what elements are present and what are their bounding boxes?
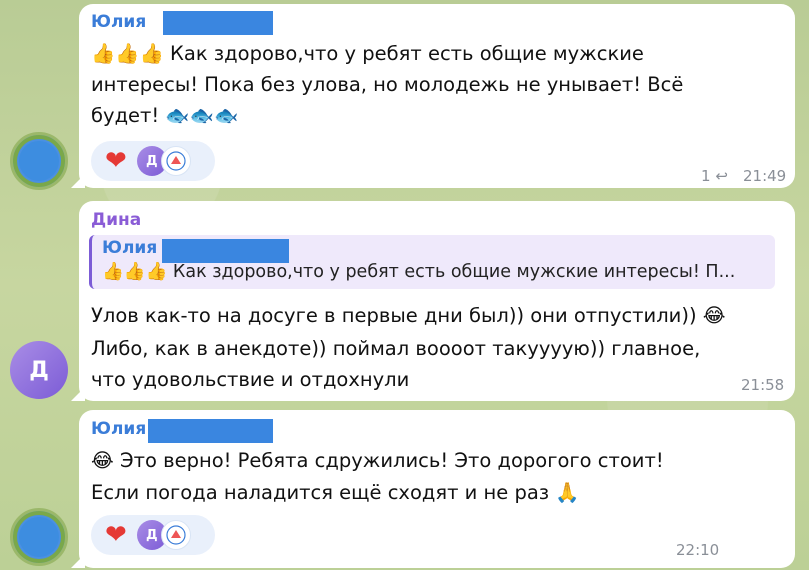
avatar-julia[interactable]: [10, 508, 68, 566]
message-time: 21:49: [743, 167, 787, 185]
message-text-line: 😂 Это верно! Ребята сдружились! Это доро…: [91, 449, 664, 472]
message-text-line: Если погода наладится ещё сходят и не ра…: [91, 481, 580, 504]
reactor-logo-icon[interactable]: [160, 520, 191, 550]
message-text-line: что удовольствие и отдохнули: [91, 368, 410, 391]
sender-name[interactable]: Юлия: [91, 12, 146, 32]
bubble-tail: [71, 174, 85, 188]
message-text-line: интересы! Пока без улова, но молодежь не…: [91, 73, 684, 96]
heart-reaction-icon[interactable]: ❤: [105, 148, 127, 174]
avatar-dina[interactable]: Д: [10, 341, 68, 399]
quoted-text: 👍👍👍 Как здорово,что у ребят есть общие м…: [102, 262, 736, 282]
bubble-tail: [71, 554, 85, 568]
message-text-line: 👍👍👍 Как здорово,что у ребят есть общие м…: [91, 42, 644, 65]
reply-count[interactable]: 1 ↩: [701, 167, 728, 185]
redacted-name-bar: [162, 239, 289, 263]
reply-arrow-icon: ↩: [715, 167, 728, 185]
message-text-line: Улов как-то на досуге в первые дни был))…: [91, 304, 726, 327]
message-bubble-1[interactable]: Юлия 👍👍👍 Как здорово,что у ребят есть об…: [71, 4, 795, 188]
message-text-line: будет! 🐟🐟🐟: [91, 104, 239, 127]
sender-name[interactable]: Юлия: [91, 419, 146, 439]
heart-reaction-icon[interactable]: ❤: [105, 522, 127, 548]
sender-name[interactable]: Дина: [91, 210, 141, 230]
message-bubble-2[interactable]: Дина Юлия 👍👍👍 Как здорово,что у ребят ес…: [71, 201, 795, 401]
avatar-julia[interactable]: [10, 132, 68, 190]
message-time: 22:10: [676, 541, 720, 559]
bubble-tail: [71, 387, 85, 401]
message-time: 21:58: [741, 376, 785, 394]
redacted-name-bar: [148, 419, 273, 443]
reactions-bar[interactable]: ❤ Д: [91, 515, 215, 555]
quoted-reply[interactable]: Юлия 👍👍👍 Как здорово,что у ребят есть об…: [89, 235, 775, 289]
reactor-logo-icon[interactable]: [160, 146, 191, 176]
redacted-name-bar: [163, 11, 273, 35]
reactions-bar[interactable]: ❤ Д: [91, 141, 215, 181]
quoted-sender: Юлия: [102, 238, 158, 258]
message-text-line: Либо, как в анекдоте)) поймал вооoот так…: [91, 337, 701, 360]
message-bubble-3[interactable]: Юлия 😂 Это верно! Ребята сдружились! Это…: [71, 410, 795, 568]
